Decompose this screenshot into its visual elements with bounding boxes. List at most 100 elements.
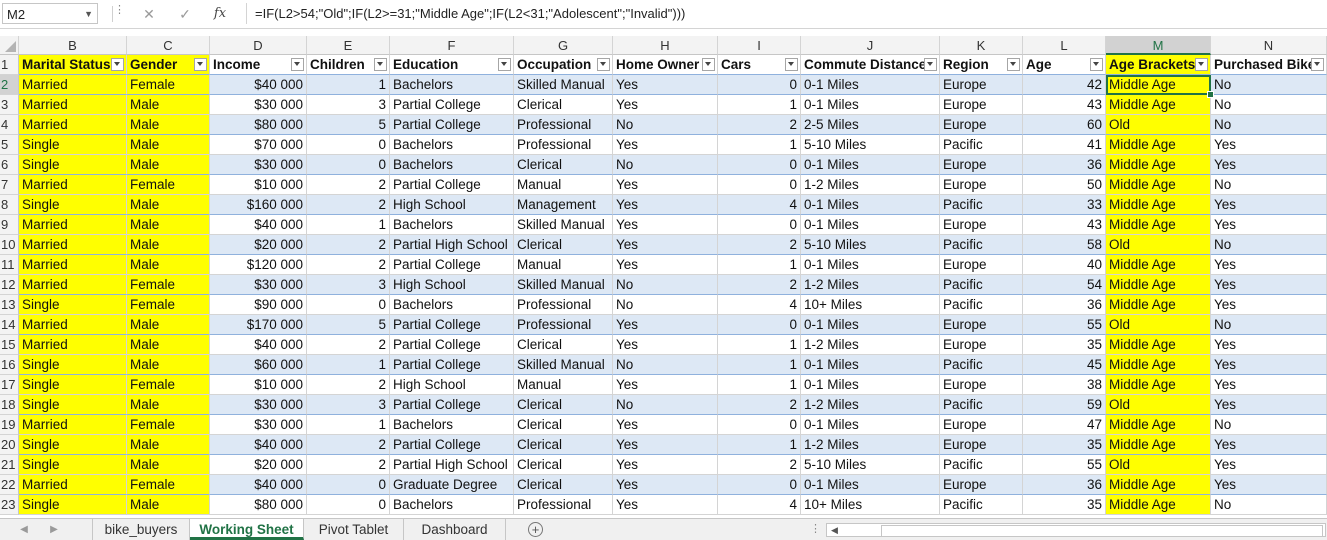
row-header[interactable]: 8 — [0, 195, 19, 215]
table-cell[interactable]: 10+ Miles — [801, 295, 940, 315]
table-cell[interactable]: 0-1 Miles — [801, 475, 940, 495]
tab-scroll-right-icon[interactable]: ▶ — [44, 519, 64, 540]
table-cell[interactable]: Professional — [514, 115, 613, 135]
table-cell[interactable]: Single — [19, 375, 127, 395]
table-cell[interactable]: $80 000 — [210, 495, 307, 515]
table-cell[interactable]: $30 000 — [210, 155, 307, 175]
table-cell[interactable]: Yes — [613, 235, 718, 255]
table-header-cell[interactable]: Region — [940, 55, 1023, 75]
table-cell[interactable]: $120 000 — [210, 255, 307, 275]
table-cell[interactable]: Bachelors — [390, 155, 514, 175]
table-cell[interactable]: 2 — [307, 375, 390, 395]
table-cell[interactable]: 5 — [307, 315, 390, 335]
table-cell[interactable]: Yes — [613, 255, 718, 275]
table-cell[interactable]: $30 000 — [210, 395, 307, 415]
table-cell[interactable]: 55 — [1023, 315, 1106, 335]
column-header-m[interactable]: M — [1106, 36, 1211, 55]
table-cell[interactable]: $30 000 — [210, 95, 307, 115]
table-cell[interactable]: Male — [127, 215, 210, 235]
table-cell[interactable]: Male — [127, 335, 210, 355]
table-cell[interactable]: 43 — [1023, 95, 1106, 115]
table-cell[interactable]: 0-1 Miles — [801, 415, 940, 435]
table-cell[interactable]: Yes — [613, 175, 718, 195]
table-cell[interactable]: 35 — [1023, 495, 1106, 515]
table-cell[interactable]: Single — [19, 455, 127, 475]
table-cell[interactable]: 1 — [307, 415, 390, 435]
table-cell[interactable]: 5-10 Miles — [801, 235, 940, 255]
table-cell[interactable]: 0-1 Miles — [801, 375, 940, 395]
table-cell[interactable]: Middle Age — [1106, 415, 1211, 435]
table-cell[interactable]: Partial College — [390, 115, 514, 135]
table-cell[interactable]: $20 000 — [210, 235, 307, 255]
table-cell[interactable]: High School — [390, 375, 514, 395]
table-cell[interactable]: Yes — [1211, 135, 1327, 155]
row-header[interactable]: 12 — [0, 275, 19, 295]
table-cell[interactable]: Bachelors — [390, 135, 514, 155]
table-cell[interactable]: 47 — [1023, 415, 1106, 435]
table-cell[interactable]: Pacific — [940, 295, 1023, 315]
table-cell[interactable]: $160 000 — [210, 195, 307, 215]
table-cell[interactable]: 2 — [718, 455, 801, 475]
table-cell[interactable]: Yes — [613, 375, 718, 395]
table-cell[interactable]: 2 — [307, 255, 390, 275]
table-cell[interactable]: No — [1211, 235, 1327, 255]
filter-dropdown-icon[interactable] — [702, 58, 715, 71]
table-cell[interactable]: Partial College — [390, 335, 514, 355]
tab-scroll-left-icon[interactable]: ◀ — [14, 519, 34, 540]
table-cell[interactable]: 2 — [307, 195, 390, 215]
filter-dropdown-icon[interactable] — [194, 58, 207, 71]
table-cell[interactable]: Female — [127, 75, 210, 95]
table-cell[interactable]: Yes — [1211, 475, 1327, 495]
table-cell[interactable]: 0-1 Miles — [801, 95, 940, 115]
table-cell[interactable]: Old — [1106, 455, 1211, 475]
table-cell[interactable]: Middle Age — [1106, 435, 1211, 455]
table-cell[interactable]: Single — [19, 295, 127, 315]
filter-dropdown-icon[interactable] — [1311, 58, 1324, 71]
table-cell[interactable]: 1-2 Miles — [801, 275, 940, 295]
table-cell[interactable]: 0-1 Miles — [801, 155, 940, 175]
column-header-j[interactable]: J — [801, 36, 940, 55]
table-cell[interactable]: 0 — [718, 75, 801, 95]
table-cell[interactable]: 1 — [307, 75, 390, 95]
table-cell[interactable]: Europe — [940, 215, 1023, 235]
table-cell[interactable]: $30 000 — [210, 415, 307, 435]
cancel-icon[interactable]: ✕ — [139, 4, 159, 24]
table-cell[interactable]: 5-10 Miles — [801, 455, 940, 475]
table-cell[interactable]: $40 000 — [210, 75, 307, 95]
filter-dropdown-icon[interactable] — [1090, 58, 1103, 71]
table-cell[interactable]: 35 — [1023, 435, 1106, 455]
table-cell[interactable]: 0-1 Miles — [801, 195, 940, 215]
table-cell[interactable]: Male — [127, 395, 210, 415]
table-cell[interactable]: Yes — [1211, 295, 1327, 315]
table-cell[interactable]: Male — [127, 195, 210, 215]
table-cell[interactable]: 0 — [307, 135, 390, 155]
table-cell[interactable]: Middle Age — [1106, 295, 1211, 315]
table-cell[interactable]: Europe — [940, 435, 1023, 455]
table-cell[interactable]: 1 — [307, 355, 390, 375]
table-cell[interactable]: 2 — [718, 235, 801, 255]
table-cell[interactable]: Europe — [940, 335, 1023, 355]
filter-dropdown-icon[interactable] — [785, 58, 798, 71]
table-cell[interactable]: No — [613, 395, 718, 415]
table-cell[interactable]: Partial College — [390, 255, 514, 275]
table-cell[interactable]: Clerical — [514, 455, 613, 475]
table-cell[interactable]: Europe — [940, 475, 1023, 495]
row-header[interactable]: 23 — [0, 495, 19, 515]
column-header-b[interactable]: B — [19, 36, 127, 55]
column-header-h[interactable]: H — [613, 36, 718, 55]
table-cell[interactable]: Yes — [613, 435, 718, 455]
table-cell[interactable]: Middle Age — [1106, 135, 1211, 155]
table-cell[interactable]: Skilled Manual — [514, 215, 613, 235]
table-cell[interactable]: 35 — [1023, 335, 1106, 355]
table-cell[interactable]: Yes — [1211, 275, 1327, 295]
table-cell[interactable]: Yes — [613, 95, 718, 115]
row-header[interactable]: 4 — [0, 115, 19, 135]
table-cell[interactable]: Europe — [940, 95, 1023, 115]
row-header[interactable]: 7 — [0, 175, 19, 195]
table-cell[interactable]: Partial College — [390, 315, 514, 335]
table-cell[interactable]: Middle Age — [1106, 475, 1211, 495]
table-cell[interactable]: Female — [127, 415, 210, 435]
table-cell[interactable]: 0 — [307, 155, 390, 175]
table-cell[interactable]: Married — [19, 115, 127, 135]
table-cell[interactable]: Pacific — [940, 355, 1023, 375]
